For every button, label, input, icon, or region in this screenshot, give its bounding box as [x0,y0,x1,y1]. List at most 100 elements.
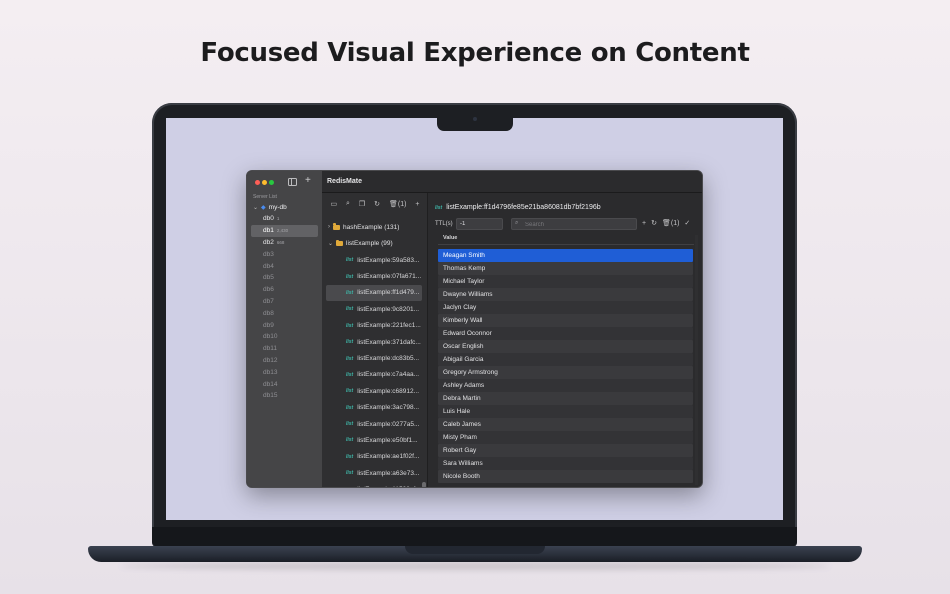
database-name: db14 [263,380,278,388]
server-list-label: Server List [253,194,277,200]
key-item[interactable]: list listExample:dc83b5... [322,350,422,366]
value-row[interactable]: Nicole Booth [438,470,693,483]
key-item[interactable]: list listExample:e50bf1... [322,432,422,448]
folder-icon [333,223,340,230]
database-item-db14[interactable]: db14 [251,378,318,390]
value-row[interactable]: Luis Hale [438,405,693,418]
add-server-button[interactable]: + [305,175,311,186]
database-item-db12[interactable]: db12 [251,355,318,367]
database-name: db10 [263,333,278,341]
key-item[interactable]: list listExample:9c8201... [322,301,422,317]
confirm-checkmark-icon[interactable]: ✓ [684,219,690,227]
key-item[interactable]: list listExample:a63e73... [322,465,422,481]
value-row[interactable]: Meagan Smith [438,249,693,262]
folder-item[interactable]: ⌄ listExample (99) [322,236,422,253]
key-item[interactable]: list listExample:59a583... [322,252,422,268]
app-window: + Server List ⌄ ◆ my-db db0 1 db1 2,430 db2 6… [246,170,703,488]
value-row[interactable]: Abigail Garcia [438,353,693,366]
key-item[interactable]: list listExample:0277a5... [322,416,422,432]
type-tag: list [346,453,354,460]
value-row[interactable]: Sara Williams [438,457,693,470]
database-item-db7[interactable]: db7 [251,296,318,308]
key-tree: › hashExample (131) ⌄ listExample (99) list l… [322,219,422,487]
folder-item[interactable]: › hashExample (131) [322,219,422,236]
server-item[interactable]: ⌄ ◆ my-db [253,202,287,212]
type-tag: list [346,273,354,280]
database-item-db9[interactable]: db9 [251,319,318,331]
key-item[interactable]: list listExample:11508ef [322,481,422,487]
keys-scrollbar[interactable] [422,482,426,487]
value-row[interactable]: Robert Gay [438,444,693,457]
value-row[interactable]: Kimberly Wall [438,314,693,327]
add-value-button[interactable]: + [642,220,646,227]
database-item-db3[interactable]: db3 [251,248,318,260]
database-name: db0 [263,215,274,223]
value-search-input[interactable] [525,220,633,229]
key-item[interactable]: list listExample:ae1f02f... [322,449,422,465]
key-label: listExample:59a583... [357,256,420,264]
value-row[interactable]: Dwayne Williams [438,288,693,301]
delete-keys-button[interactable]: 🗑(1) [389,200,406,208]
key-item[interactable]: list listExample:c68912... [322,383,422,399]
value-row[interactable]: Debra Martin [438,392,693,405]
value-row[interactable]: Ashley Adams [438,379,693,392]
database-item-db1[interactable]: db1 2,430 [251,224,318,237]
database-item-db0[interactable]: db0 1 [251,213,318,225]
key-label: listExample:dc83b5... [357,355,420,363]
value-row[interactable]: Jaclyn Clay [438,301,693,314]
database-item-db11[interactable]: db11 [251,343,318,355]
database-item-db13[interactable]: db13 [251,366,318,378]
laptop-chin [152,527,797,547]
copy-icon[interactable]: ❐ [359,200,365,208]
zoom-window-button[interactable] [269,180,274,185]
delete-count: (1) [670,220,680,227]
value-column-header: Value [438,235,694,245]
type-tag: list [346,421,354,428]
key-item[interactable]: list listExample:221fec1... [322,318,422,334]
ttl-input[interactable] [456,218,503,230]
value-row[interactable]: Oscar English [438,340,693,353]
database-name: db8 [263,309,274,317]
database-item-db15[interactable]: db15 [251,390,318,402]
add-key-button[interactable]: + [415,201,419,208]
value-row[interactable]: Edward Oconnor [438,327,693,340]
key-item[interactable]: list listExample:371dafc... [322,334,422,350]
value-row[interactable]: Misty Pham [438,431,693,444]
database-key-count: 1 [276,216,280,222]
value-row[interactable]: Gregory Armstrong [438,366,693,379]
search-icon[interactable]: ⌕ [346,200,350,208]
database-name: db9 [263,321,274,329]
key-item[interactable]: list listExample:07fa671... [322,268,422,284]
database-name: db15 [263,392,278,400]
value-row[interactable]: Thomas Kemp [438,262,693,275]
sidebar-toggle-icon[interactable] [288,178,297,186]
database-key-count: 2,430 [276,228,289,234]
value-list: Meagan Smith Thomas Kemp Michael Taylor Dwa… [438,249,693,483]
database-item-db5[interactable]: db5 [251,272,318,284]
database-item-db8[interactable]: db8 [251,307,318,319]
key-item[interactable]: list listExample:ff1d479... [326,284,422,302]
delete-values-button[interactable]: 🗑(1) [662,219,679,227]
database-name: db11 [263,345,277,353]
key-label: listExample:ae1f02f... [357,453,420,461]
key-label: listExample:c7a4aa... [357,371,420,379]
refresh-icon[interactable]: ↻ [651,219,657,227]
database-item-db2[interactable]: db2 668 [251,237,318,249]
key-item[interactable]: list listExample:3ac798... [322,400,422,416]
title-bar: RedisMate [322,171,702,193]
database-item-db10[interactable]: db10 [251,331,318,343]
value-row[interactable]: Michael Taylor [438,275,693,288]
type-tag: list [435,204,443,211]
refresh-icon[interactable]: ↻ [374,200,380,208]
database-item-db4[interactable]: db4 [251,260,318,272]
database-item-db6[interactable]: db6 [251,284,318,296]
values-scrollbar[interactable] [695,235,698,485]
minimize-window-button[interactable] [262,180,267,185]
database-key-count: 668 [276,239,285,245]
value-row[interactable]: Caleb James [438,418,693,431]
inbox-icon[interactable]: ▭ [330,200,337,208]
close-window-button[interactable] [255,180,260,185]
key-label: listExample:221fec1... [357,322,421,330]
database-name: db4 [263,262,274,270]
key-item[interactable]: list listExample:c7a4aa... [322,367,422,383]
